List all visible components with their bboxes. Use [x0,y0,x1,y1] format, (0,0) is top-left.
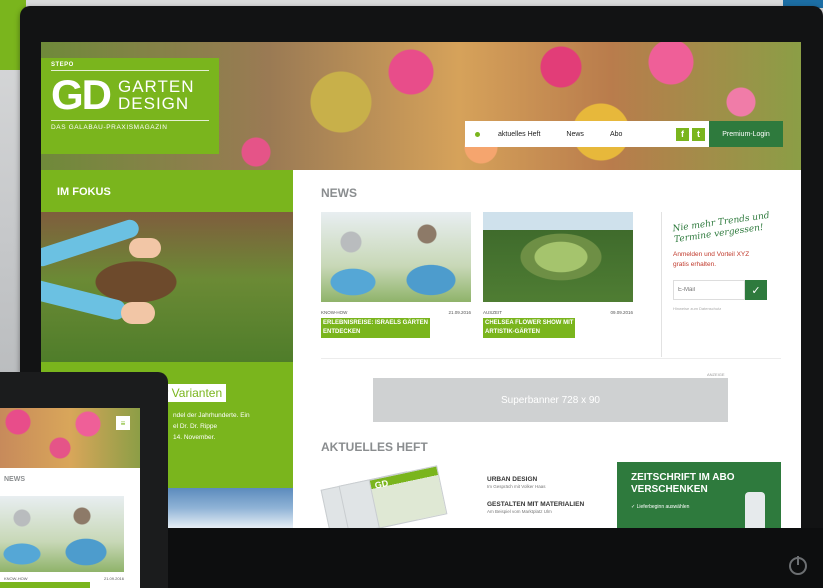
logo-word-design: DESIGN [118,94,190,113]
news-card-title[interactable]: ERLEBNISREISE: ISRAELS GÄRTEN ENTDECKEN [321,318,431,338]
news-card[interactable]: AUSZEIT 09.09.2016 CHELSEA FLOWER SHOW M… [483,212,633,338]
logo-words: GARTEN DESIGN [118,78,195,112]
logo-mark: GD [51,71,112,118]
heft-item-title: GESTALTEN MIT MATERIALIEN [487,501,585,508]
main-nav: aktuelles Heft News Abo f t [465,121,709,147]
news-date: 09.09.2016 [610,310,633,315]
newsletter-script-heading: Nie mehr Trends und Termine vergessen! [672,208,794,246]
news-title-line: ARTISTIK-GÄRTEN [485,329,540,335]
news-title-line: CHELSEA FLOWER SHOW MIT [485,320,574,326]
tablet-news-title-bar[interactable] [0,582,90,588]
news-title-line: ENTDECKEN [323,329,361,335]
newsletter-cta: Anmelden und Vorteil XYZ gratis erhalten… [673,250,793,270]
fokus-image[interactable] [41,212,293,362]
facebook-icon[interactable]: f [676,127,689,141]
tablet-screen: ≡ NEWS KNOW-HOW 21.09.2016 [0,408,140,588]
abo-title-line: ZEITSCHRIFT IM ABO [631,472,735,483]
logo-rule [51,120,209,121]
privacy-note[interactable]: Hinweise zum Datenschutz [673,306,793,311]
submit-check-icon[interactable]: ✓ [745,280,767,300]
heft-item[interactable]: URBAN DESIGN Im Gespräch mit Volker Haas [487,476,607,489]
news-card[interactable]: KNOW-HOW 21.09.2016 ERLEBNISREISE: ISRAE… [321,212,471,338]
fokus-heading: IM FOKUS [41,170,293,212]
twitter-icon[interactable]: t [692,127,705,141]
issue-logo: GD [373,477,390,491]
arm-shape [41,217,142,269]
news-card-meta: KNOW-HOW 21.09.2016 [321,310,471,315]
logo-row: GD GARTEN DESIGN [51,71,209,118]
fokus-body: ndel der Jahrhunderte. Ein el Dr. Dr. Ri… [173,410,289,443]
header-hero-image: STEPO GD GARTEN DESIGN DAS GALABAU-PRAXI… [41,42,801,170]
hand-shape [121,302,155,324]
tablet-news-date: 21.09.2016 [103,576,124,581]
tablet-news-image[interactable] [0,496,124,572]
tablet-news-heading: NEWS [4,476,25,483]
newsletter-cta-line: gratis erhalten. [673,261,716,268]
bottle-icon [745,492,765,528]
issue-covers[interactable]: GD [320,465,451,528]
news-card-image[interactable] [483,212,633,302]
nav-bullet-icon [475,131,480,137]
nav-item-news[interactable]: News [566,131,584,138]
news-divider [661,212,662,357]
fokus-body-line: ndel der Jahrhunderte. Ein [173,412,250,419]
fokus-body-line: 14. November. [173,434,216,441]
news-title-line: ERLEBNISREISE: ISRAELS GÄRTEN [323,320,429,326]
news-category: KNOW-HOW [321,310,348,315]
newsletter-box: Nie mehr Trends und Termine vergessen! A… [672,211,793,311]
heft-item-subtitle: Im Gespräch mit Volker Haas [487,484,546,489]
heft-heading: AKTUELLES HEFT [321,440,428,454]
news-category: AUSZEIT [483,310,503,315]
tablet-news-meta: KNOW-HOW 21.09.2016 [4,576,124,581]
heft-item[interactable]: GESTALTEN MIT MATERIALIEN Am Beispiel vo… [487,501,607,514]
email-input[interactable] [673,280,745,300]
hand-shape [129,238,161,258]
tablet-frame: ≡ NEWS KNOW-HOW 21.09.2016 [0,372,168,588]
newsletter-cta-line: Anmelden und Vorteil XYZ [673,251,750,258]
premium-login-button[interactable]: Premium-Login [709,121,783,147]
nav-item-abo[interactable]: Abo [610,131,622,138]
logo-tagline: DAS GALABAU-PRAXISMAGAZIN [51,124,168,131]
tablet-news-category: KNOW-HOW [4,576,28,581]
heft-item-title: URBAN DESIGN [487,476,538,483]
heft-item-subtitle: Am Beispiel vom Marktplatz Ulm [487,509,552,514]
menu-icon[interactable]: ≡ [116,416,130,430]
heft-topics: URBAN DESIGN Im Gespräch mit Volker Haas… [487,476,607,526]
logo-word-garten: GARTEN [118,77,195,96]
news-card-image[interactable] [321,212,471,302]
issue-cover-current: GD [368,465,448,528]
abo-gift-box[interactable]: ZEITSCHRIFT IM ABO VERSCHENKEN ✓ Lieferb… [617,462,781,528]
news-card-title[interactable]: CHELSEA FLOWER SHOW MIT ARTISTIK-GÄRTEN [483,318,576,338]
section-divider [321,358,781,359]
newsletter-form: ✓ [673,280,793,300]
logo-kicker: STEPO [51,62,74,68]
tablet-hero-image: ≡ [0,408,140,468]
power-icon[interactable] [789,556,807,575]
news-card-meta: AUSZEIT 09.09.2016 [483,310,633,315]
social-links: f t [676,127,705,141]
superbanner-ad[interactable]: Superbanner 728 x 90 [373,378,728,422]
site-logo[interactable]: STEPO GD GARTEN DESIGN DAS GALABAU-PRAXI… [41,58,219,154]
fokus-body-line: el Dr. Dr. Rippe [173,423,218,430]
news-heading: NEWS [321,186,357,200]
news-column: NEWS KNOW-HOW 21.09.2016 ERLEBNISREISE: … [293,170,801,528]
arm-shape [41,278,128,322]
news-date: 21.09.2016 [448,310,471,315]
ad-label: ANZEIGE [707,372,725,377]
nav-item-aktuelles-heft[interactable]: aktuelles Heft [498,131,540,138]
